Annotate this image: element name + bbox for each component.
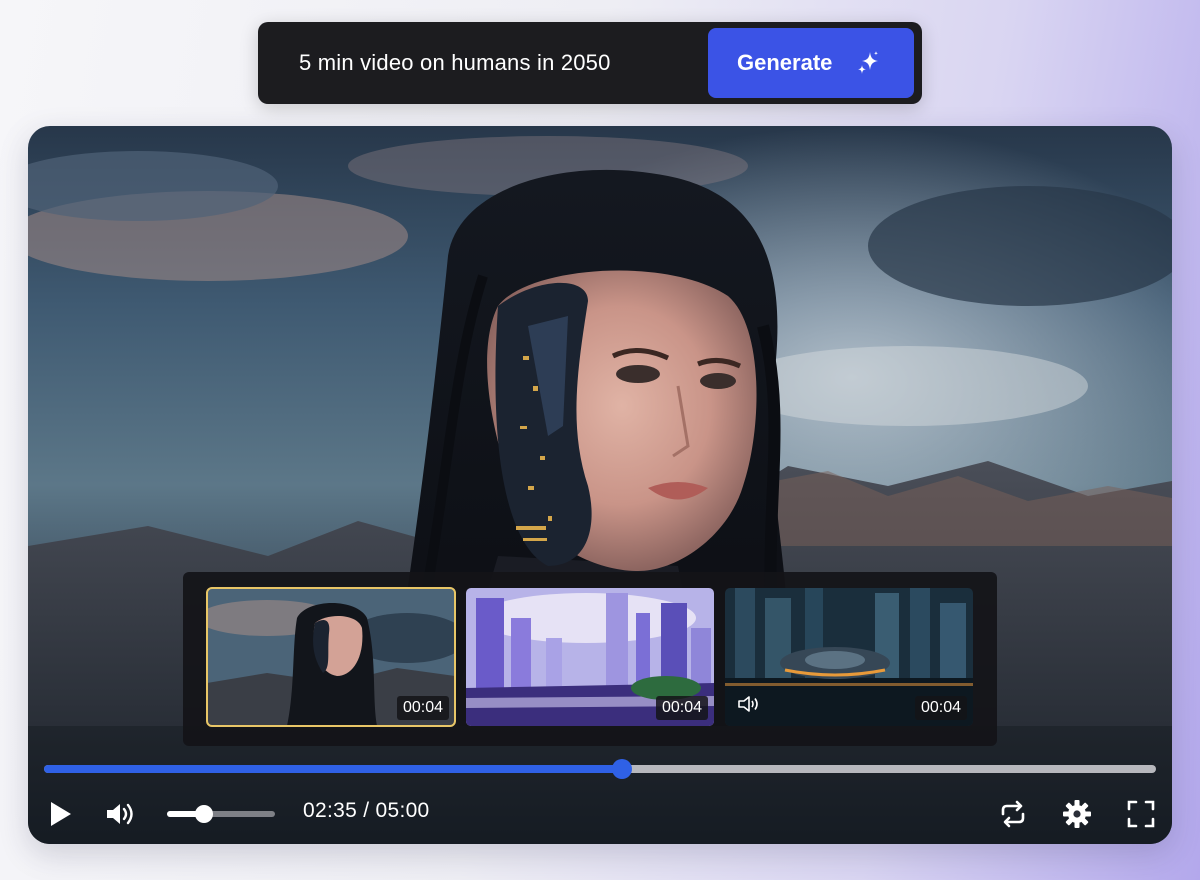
- progress-fill: [44, 765, 623, 773]
- generate-button-label: Generate: [737, 50, 833, 75]
- loop-icon[interactable]: [998, 800, 1028, 828]
- volume-icon: [738, 696, 758, 712]
- scene-thumbnails: 00:04 00:04 00:04: [183, 572, 997, 746]
- time-display: 02:35 / 05:00: [303, 799, 430, 823]
- fullscreen-icon[interactable]: [1127, 800, 1155, 828]
- thumbnail-duration: 00:04: [914, 696, 967, 720]
- volume-slider[interactable]: [167, 805, 275, 823]
- volume-handle[interactable]: [194, 805, 213, 823]
- prompt-input[interactable]: 5 min video on humans in 2050: [299, 22, 611, 104]
- prompt-bar: 5 min video on humans in 2050 Generate: [258, 22, 922, 104]
- sparkle-icon: [858, 51, 878, 74]
- thumbnail-scene-3[interactable]: 00:04: [725, 588, 973, 726]
- thumbnail-duration: 00:04: [655, 696, 708, 720]
- total-time: 05:00: [375, 799, 430, 822]
- progress-bar[interactable]: [44, 759, 1156, 779]
- play-icon[interactable]: [48, 800, 74, 828]
- thumbnail-scene-2[interactable]: 00:04: [466, 588, 714, 726]
- gear-icon[interactable]: [1062, 799, 1092, 829]
- video-player[interactable]: 00:04 00:04 00:04 02:35 / 05:00: [28, 126, 1172, 844]
- volume-icon[interactable]: [105, 800, 139, 828]
- thumbnail-scene-1[interactable]: 00:04: [206, 587, 456, 727]
- current-time: 02:35: [303, 799, 358, 822]
- thumbnail-duration: 00:04: [396, 696, 449, 720]
- generate-button[interactable]: Generate: [708, 28, 914, 98]
- time-separator: /: [363, 799, 370, 822]
